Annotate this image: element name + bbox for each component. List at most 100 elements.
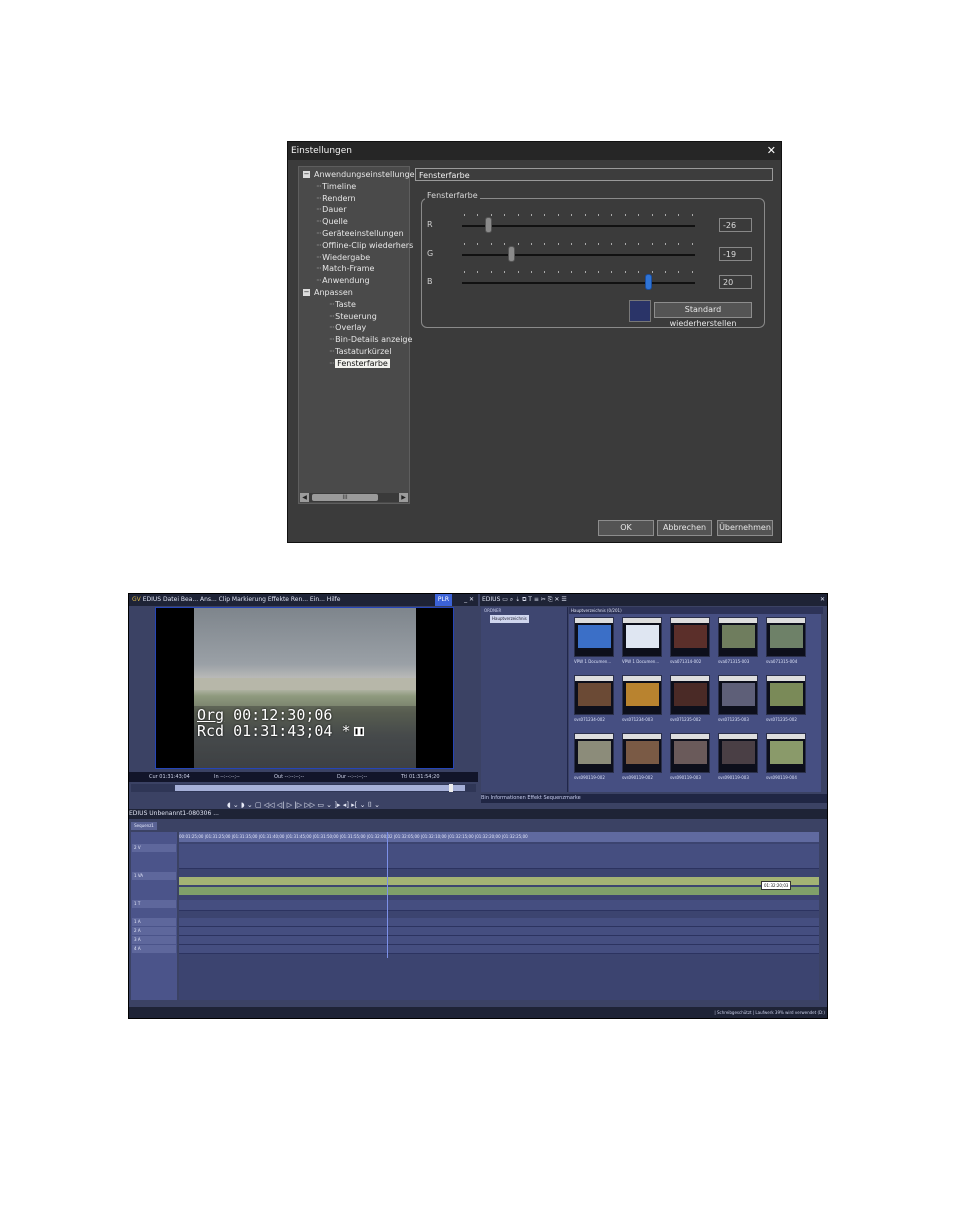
track-lane-1t[interactable]	[179, 900, 819, 911]
timeline-ruler[interactable]: 00:01:25;00 |01:31:25;00 |01:31:35;00 |0…	[179, 832, 819, 842]
slider-tick	[490, 271, 492, 273]
collapse-icon[interactable]: −	[303, 289, 310, 296]
preview-monitor[interactable]: Org 00:12:30;06 Rcd 01:31:43;04 * ❚❚	[155, 607, 454, 769]
channel-value-field[interactable]: -19	[719, 247, 752, 261]
slider-tick	[531, 214, 532, 216]
clip-thumbnail[interactable]	[718, 675, 758, 715]
clip-thumbnail[interactable]	[622, 675, 662, 715]
tree-horizontal-scrollbar[interactable]: ◀ III ▶	[300, 493, 408, 502]
sequence-tab[interactable]: Sequenz1	[131, 822, 157, 830]
track-lane-2a[interactable]	[179, 927, 819, 936]
window-close-icon[interactable]: _ ✕	[464, 594, 474, 606]
track-lane-3a[interactable]	[179, 936, 819, 945]
track-header[interactable]: 3 A	[132, 936, 176, 944]
track-header[interactable]: 1 A	[132, 918, 176, 926]
clip-thumbnail[interactable]	[670, 733, 710, 773]
slider-tick	[490, 243, 492, 245]
tree-item[interactable]: ··· Wiedergabe	[316, 253, 370, 262]
clip-thumbnail[interactable]	[622, 733, 662, 773]
clip-name: svs090119-002	[622, 775, 653, 780]
track-lane-1a[interactable]	[179, 918, 819, 927]
clip-thumbnail[interactable]	[766, 733, 806, 773]
slider-tick	[504, 271, 506, 273]
tree-item[interactable]: ··· Offline-Clip wiederhers	[316, 241, 413, 250]
channel-slider-thumb[interactable]	[507, 246, 515, 262]
bin-toolbar-icons[interactable]: EDIUS ▭ ⌕ ⇣ ⧉ T ≡ ✂ ⎘ ✕ ☰	[482, 596, 567, 603]
slider-tick	[598, 243, 599, 245]
tree-item[interactable]: − Anwendungseinstellungen	[303, 170, 420, 179]
close-icon[interactable]: ✕	[767, 142, 776, 160]
timeline-tracks[interactable]: 00:01:25;00 |01:31:25;00 |01:31:35;00 |0…	[179, 832, 819, 1000]
tree-item[interactable]: ··· Match-Frame	[316, 264, 374, 273]
clip-thumbnail[interactable]	[574, 733, 614, 773]
clip-thumbnail[interactable]	[574, 675, 614, 715]
track-header[interactable]: 2 V	[132, 844, 176, 852]
clip-thumbnail[interactable]	[718, 733, 758, 773]
tree-item[interactable]: ··· Steuerung	[329, 312, 377, 321]
tree-item[interactable]: − Anpassen	[303, 288, 353, 297]
clip-thumbnail[interactable]	[718, 617, 758, 657]
plr-badge[interactable]: PLR	[434, 594, 452, 606]
track-lane-2v[interactable]	[179, 844, 819, 869]
track-lane-4a[interactable]	[179, 945, 819, 954]
channel-value-field[interactable]: 20	[719, 275, 752, 289]
channel-slider-thumb[interactable]	[645, 274, 653, 290]
tree-item[interactable]: ··· Rendern	[316, 194, 356, 203]
tree-item[interactable]: ··· Tastaturkürzel	[329, 347, 391, 356]
tree-item-label: Rendern	[322, 193, 356, 203]
slider-tick	[611, 243, 613, 245]
clip-header	[767, 734, 805, 739]
tree-item[interactable]: ··· Bin-Details anzeige	[329, 335, 412, 344]
clip-thumbnail[interactable]	[670, 675, 710, 715]
tree-item[interactable]: ··· Dauer	[316, 205, 347, 214]
slider-handle[interactable]	[449, 784, 453, 792]
clip-thumbnail[interactable]	[766, 617, 806, 657]
channel-slider-track[interactable]	[462, 254, 695, 256]
cancel-button[interactable]: Abbrechen	[657, 520, 712, 536]
clip-grid[interactable]: Hauptverzeichnis (0/201) VPW 1 Documen..…	[569, 607, 823, 792]
tree-item[interactable]: ··· Fensterfarbe	[329, 358, 390, 368]
track-header[interactable]: 4 A	[132, 945, 176, 953]
settings-tree[interactable]: − Anwendungseinstellungen ··· Timeline ··· …	[298, 166, 420, 504]
bin-folder-tree[interactable]: ORDNER Hauptverzeichnis	[481, 607, 568, 792]
tree-item[interactable]: ··· Overlay	[329, 323, 366, 332]
tree-item-label: Steuerung	[335, 311, 377, 321]
timeline-toolbar[interactable]: EDIUS Unbenannt1-080306 ...	[129, 809, 827, 819]
channel-slider-track[interactable]	[462, 225, 695, 227]
clip-header	[575, 618, 613, 623]
root-folder[interactable]: Hauptverzeichnis	[490, 615, 529, 623]
scroll-thumb[interactable]: III	[312, 494, 378, 501]
track-header[interactable]: 2 A	[132, 927, 176, 935]
ok-button[interactable]: OK	[598, 520, 654, 536]
channel-value-field[interactable]: -26	[719, 218, 752, 232]
clip-thumbnail[interactable]	[766, 675, 806, 715]
position-slider[interactable]	[131, 784, 476, 792]
clip-thumbnail[interactable]	[622, 617, 662, 657]
timeline-cursor[interactable]	[387, 832, 388, 958]
track-header[interactable]: 1 VA	[132, 872, 176, 880]
audio-clip[interactable]	[179, 887, 819, 895]
apply-button[interactable]: Übernehmen	[717, 520, 773, 536]
clip-image	[578, 625, 611, 648]
collapse-icon[interactable]: −	[303, 171, 310, 178]
clip-thumbnail[interactable]	[670, 617, 710, 657]
clip-name: sva071315-004	[766, 659, 798, 664]
tree-item[interactable]: ··· Quelle	[316, 217, 348, 226]
channel-slider-thumb[interactable]	[484, 217, 492, 233]
tree-item[interactable]: ··· Timeline	[316, 182, 356, 191]
channel-slider-track[interactable]	[462, 282, 695, 284]
tree-item[interactable]: ··· Geräteeinstellungen	[316, 229, 404, 238]
clip-header	[671, 676, 709, 681]
reset-default-button[interactable]: Standard wiederherstellen	[654, 302, 752, 328]
scroll-left-icon[interactable]: ◀	[300, 493, 309, 502]
track-header[interactable]: 1 T	[132, 900, 176, 908]
clip-thumbnail[interactable]	[574, 617, 614, 657]
slider-tick	[598, 271, 599, 273]
bin-close-icon[interactable]: ✕	[820, 594, 825, 606]
tree-item[interactable]: ··· Anwendung	[316, 276, 370, 285]
scroll-right-icon[interactable]: ▶	[399, 493, 408, 502]
video-clip[interactable]	[179, 877, 819, 885]
bin-tabs[interactable]: Bin Informationen Effekt Sequenzmarke	[481, 794, 827, 803]
tree-item[interactable]: ··· Taste	[329, 300, 356, 309]
preview-menu[interactable]: EDIUS Datei Bea... Ans... Clip Markierun…	[143, 596, 341, 603]
